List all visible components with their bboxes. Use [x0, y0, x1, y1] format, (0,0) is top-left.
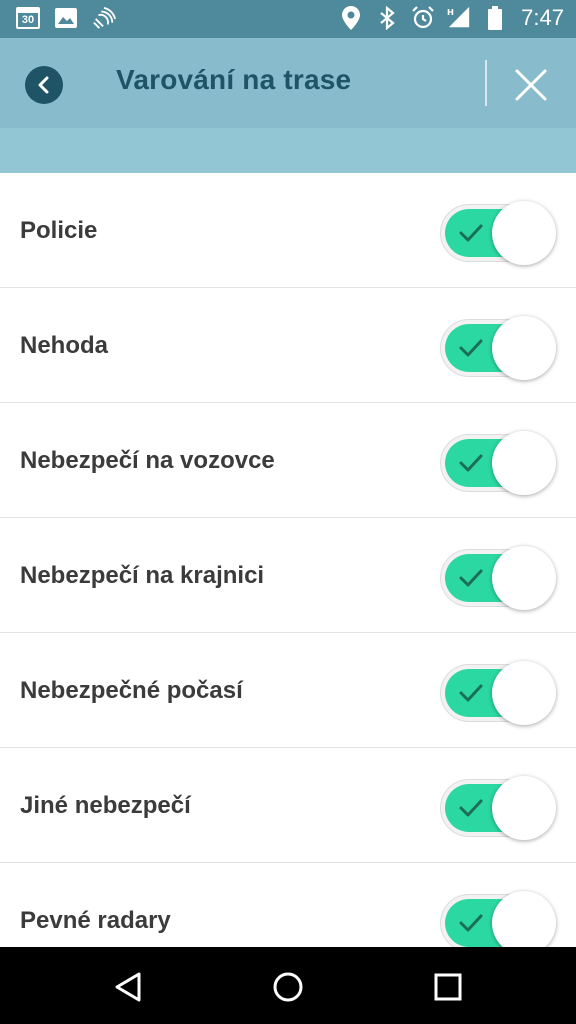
toggle-switch-nebezpeci-na-vozovce[interactable] — [440, 431, 556, 495]
svg-text:H: H — [447, 7, 454, 17]
nav-back-button[interactable] — [108, 967, 148, 1007]
toggle-knob — [492, 776, 556, 840]
page-title: Varování na trase — [116, 64, 352, 95]
settings-list: Policie Nehoda Nebezpečí na vozovce Nebe… — [0, 173, 576, 947]
check-icon — [459, 569, 483, 587]
toggle-knob — [492, 431, 556, 495]
toggle-knob — [492, 661, 556, 725]
calendar-icon: 30 — [16, 7, 40, 29]
signal-icon: H — [447, 6, 471, 30]
toggle-switch-jine-nebezpeci[interactable] — [440, 776, 556, 840]
nav-recents-button[interactable] — [428, 967, 468, 1007]
bluetooth-icon — [375, 6, 399, 30]
setting-label: Pevné radary — [20, 907, 171, 934]
circle-home-icon — [273, 972, 303, 1002]
back-button[interactable] — [25, 66, 63, 104]
setting-row-nehoda: Nehoda — [0, 288, 576, 403]
toggle-switch-policie[interactable] — [440, 201, 556, 265]
status-bar-left: 30 — [16, 6, 116, 30]
setting-label: Nebezpečí na krajnici — [20, 562, 265, 589]
close-button[interactable] — [510, 64, 552, 106]
toggle-knob — [492, 316, 556, 380]
square-recents-icon — [434, 973, 462, 1001]
check-icon — [459, 684, 483, 702]
toggle-knob — [492, 891, 556, 947]
image-icon — [54, 6, 78, 30]
status-bar: 30 H 7:47 — [0, 0, 576, 38]
toggle-switch-nebezpeci-na-krajnici[interactable] — [440, 546, 556, 610]
setting-label: Nebezpečné počasí — [20, 677, 243, 704]
check-icon — [459, 454, 483, 472]
alarm-icon — [411, 6, 435, 30]
calendar-day: 30 — [21, 13, 35, 26]
toggle-switch-pevne-radary[interactable] — [440, 891, 556, 947]
setting-label: Nebezpečí na vozovce — [20, 447, 275, 474]
toggle-switch-nehoda[interactable] — [440, 316, 556, 380]
navigation-bar — [0, 947, 576, 1024]
app-header: Varování na trase — [0, 38, 576, 128]
chevron-left-icon — [38, 76, 49, 94]
setting-label: Nehoda — [20, 332, 109, 359]
triangle-back-icon — [115, 972, 141, 1002]
check-icon — [459, 799, 483, 817]
toggle-knob — [492, 546, 556, 610]
toggle-knob — [492, 201, 556, 265]
setting-row-nebezpeci-na-vozovce: Nebezpečí na vozovce — [0, 403, 576, 518]
check-icon — [459, 914, 483, 932]
setting-row-nebezpeci-na-krajnici: Nebezpečí na krajnici — [0, 518, 576, 633]
setting-label: Jiné nebezpečí — [20, 792, 191, 819]
setting-row-nebezpecne-pocasi: Nebezpečné počasí — [0, 633, 576, 748]
status-bar-right: H 7:47 — [339, 5, 564, 31]
setting-row-pevne-radary: Pevné radary — [0, 863, 576, 947]
setting-label: Policie — [20, 217, 98, 244]
status-time: 7:47 — [521, 5, 564, 30]
header-sub-band — [0, 128, 576, 173]
battery-icon — [483, 6, 507, 30]
check-icon — [459, 339, 483, 357]
header-divider — [485, 60, 487, 106]
cast-icon — [92, 6, 116, 30]
setting-row-policie: Policie — [0, 173, 576, 288]
setting-row-jine-nebezpeci: Jiné nebezpečí — [0, 748, 576, 863]
location-icon — [339, 6, 363, 30]
check-icon — [459, 224, 483, 242]
nav-home-button[interactable] — [268, 967, 308, 1007]
toggle-switch-nebezpecne-pocasi[interactable] — [440, 661, 556, 725]
close-icon — [515, 69, 547, 101]
